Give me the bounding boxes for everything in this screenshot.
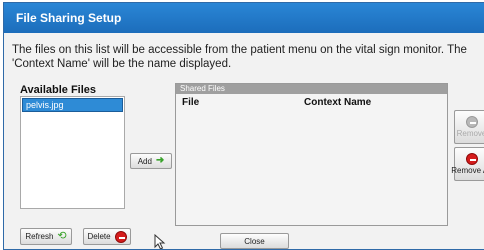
refresh-icon: ⟲ — [57, 230, 67, 242]
minus-circle-icon — [465, 153, 478, 165]
add-button-label: Add — [137, 156, 152, 166]
remove-all-button[interactable]: Remove All — [451, 147, 484, 181]
file-sharing-dialog: File Sharing Setup The files on this lis… — [3, 2, 484, 250]
remove-button[interactable]: Remove — [454, 110, 484, 144]
minus-circle-icon — [465, 116, 478, 128]
refresh-button-label: Refresh — [25, 232, 54, 241]
dialog-title: File Sharing Setup — [4, 3, 484, 33]
column-header-context-name: Context Name — [304, 97, 372, 108]
arrow-right-icon: ➜ — [155, 155, 165, 166]
description-text: The files on this list will be accessibl… — [12, 44, 467, 70]
shared-files-panel[interactable]: Shared Files File Context Name — [175, 83, 448, 226]
refresh-button[interactable]: Refresh ⟲ — [20, 228, 72, 245]
close-button[interactable]: Close — [220, 233, 289, 249]
delete-button-label: Delete — [87, 232, 111, 241]
remove-all-button-label: Remove All — [451, 166, 484, 175]
list-item[interactable]: pelvis.jpg — [22, 98, 123, 112]
delete-button[interactable]: Delete — [83, 228, 131, 245]
available-files-label: Available Files — [20, 84, 97, 96]
remove-button-label: Remove — [456, 129, 484, 138]
column-header-file: File — [182, 97, 200, 108]
close-button-label: Close — [244, 236, 265, 246]
add-button[interactable]: Add ➜ — [130, 153, 172, 169]
available-files-list[interactable]: pelvis.jpg — [20, 96, 125, 209]
mouse-cursor-icon — [154, 234, 166, 249]
minus-circle-icon — [114, 230, 127, 243]
shared-files-header: Shared Files — [176, 84, 447, 94]
